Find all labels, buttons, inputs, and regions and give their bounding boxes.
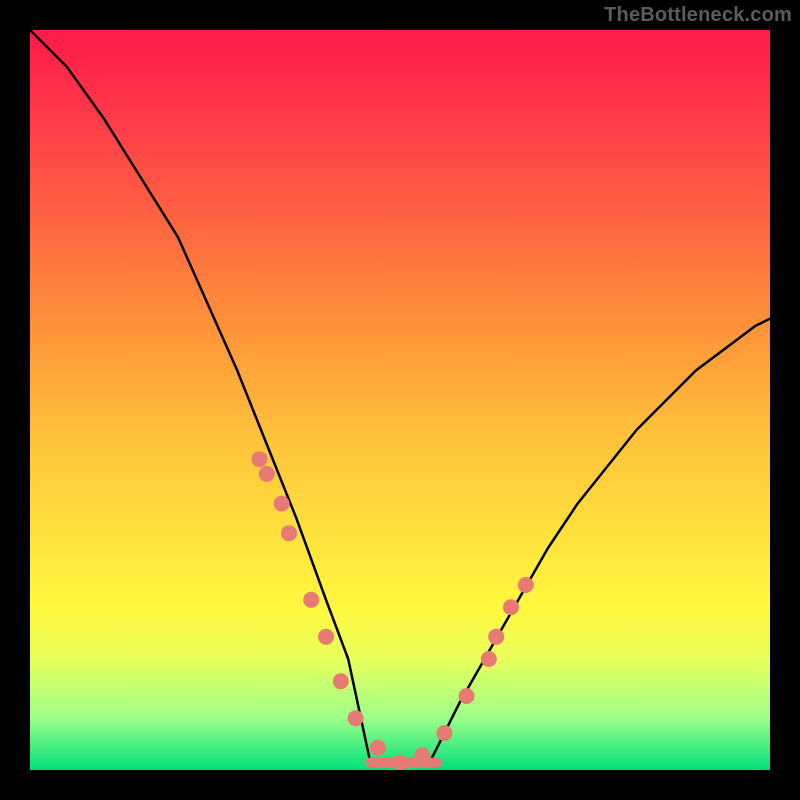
highlight-point: [281, 525, 297, 541]
highlight-point: [459, 688, 475, 704]
highlight-point: [481, 651, 497, 667]
highlight-point: [436, 725, 452, 741]
highlight-point: [348, 710, 364, 726]
highlight-point: [370, 740, 386, 756]
plot-area: [30, 30, 770, 770]
highlight-point: [333, 673, 349, 689]
bottleneck-curve: [30, 30, 770, 763]
chart-frame: TheBottleneck.com: [0, 0, 800, 800]
highlight-point: [503, 599, 519, 615]
highlight-point: [518, 577, 534, 593]
highlight-point: [414, 747, 430, 763]
highlight-point: [318, 629, 334, 645]
highlight-point: [303, 592, 319, 608]
curve-svg: [30, 30, 770, 770]
highlight-point: [488, 629, 504, 645]
highlight-point: [259, 466, 275, 482]
highlight-point: [274, 496, 290, 512]
attribution-text: TheBottleneck.com: [604, 4, 792, 27]
highlight-point: [251, 451, 267, 467]
highlight-point: [392, 755, 408, 770]
